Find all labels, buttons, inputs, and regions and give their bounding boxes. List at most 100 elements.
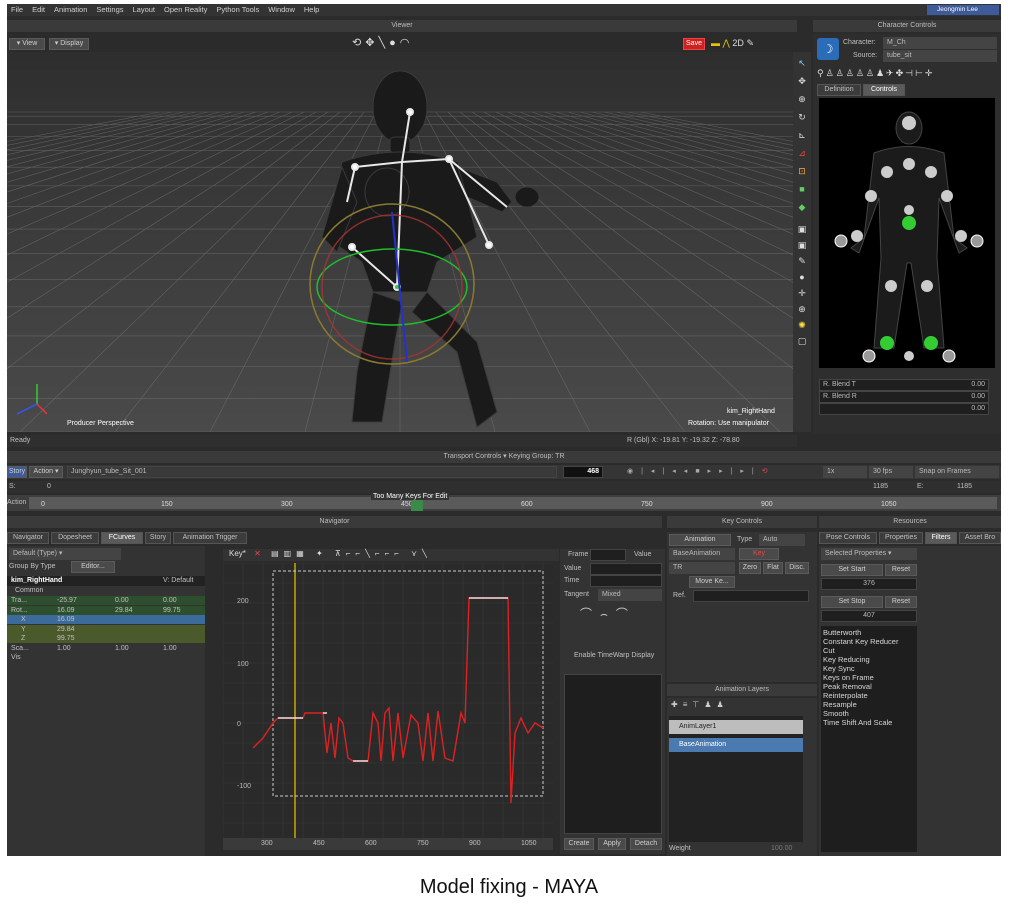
node-row[interactable]: Rot... 16.09 29.84 99.75 [7, 605, 205, 615]
blend-extra-field[interactable]: 0.00 [819, 403, 989, 415]
set-stop-button[interactable]: Set Stop [821, 596, 883, 608]
e-value[interactable]: 1185 [957, 483, 972, 490]
menu-layout[interactable]: Layout [133, 4, 156, 16]
camera-orbit-icon[interactable]: ✥ [797, 76, 807, 86]
prev-key-icon[interactable]: |◂ [662, 468, 683, 475]
step-back-icon[interactable]: ◂ [684, 468, 696, 475]
pose-icon-8[interactable]: ⊣⊢ [905, 68, 925, 78]
tab-pose-controls[interactable]: Pose Controls [819, 532, 877, 544]
transform-icon[interactable]: ✛ [797, 288, 807, 298]
tab-definition[interactable]: Definition [817, 84, 861, 96]
tab-navigator[interactable]: Navigator [7, 532, 49, 544]
record-icon[interactable]: ◉ [627, 468, 641, 475]
ball-icon[interactable]: ● [389, 37, 400, 49]
refresh-icon[interactable]: ↻ [797, 112, 807, 122]
play-icon[interactable]: ▸ [708, 468, 720, 475]
tab-controls[interactable]: Controls [863, 84, 905, 96]
arc-icon[interactable]: ◠ [400, 37, 414, 49]
start-value[interactable]: 0 [47, 483, 51, 490]
tab-fcurves[interactable]: FCurves [101, 532, 143, 544]
reset-start-button[interactable]: Reset [885, 564, 917, 576]
apply-button[interactable]: Apply [598, 838, 626, 850]
layer-row[interactable]: BaseAnimation [669, 738, 803, 752]
tab-dopesheet[interactable]: Dopesheet [51, 532, 99, 544]
stop-icon[interactable]: ■ [695, 468, 707, 475]
pose-icon-1[interactable]: ⚲ [817, 68, 826, 78]
node-row[interactable]: Vis [7, 653, 205, 662]
viewport[interactable]: Producer Perspective kim_RightHand Rotat… [7, 52, 793, 432]
menu-open-reality[interactable]: Open Reality [164, 4, 207, 16]
pivot-icon[interactable]: ⊡ [797, 166, 807, 176]
character-select[interactable]: M_Ch [883, 37, 997, 49]
add-layer-icon[interactable]: ✚ [671, 700, 683, 709]
move-key-button[interactable]: Move Ke... [689, 576, 735, 588]
start-value-field[interactable]: 376 [821, 578, 917, 590]
timewarp-label[interactable]: Enable TimeWarp Display [574, 652, 654, 659]
green-box-icon[interactable]: ■ [797, 184, 807, 194]
2d-icon[interactable]: 2D [732, 38, 744, 48]
story-button[interactable]: Story [7, 466, 27, 478]
menu-animation[interactable]: Animation [54, 4, 87, 16]
filter-item[interactable]: Peak Removal [823, 682, 915, 691]
action-button[interactable]: Action ▾ [29, 466, 63, 478]
reset-stop-button[interactable]: Reset [885, 596, 917, 608]
tab-asset-bro[interactable]: Asset Bro [959, 532, 1001, 544]
current-frame-display[interactable]: 468 [563, 466, 603, 478]
character-figure-view[interactable] [819, 98, 995, 368]
delete-key-icon[interactable]: ✕ [254, 549, 261, 558]
view-button[interactable]: ▾ View [9, 38, 45, 50]
flat-button[interactable]: Flat [763, 562, 783, 574]
time-field[interactable] [590, 575, 662, 587]
common-group[interactable]: Common [15, 587, 43, 594]
frame-icon[interactable]: ▢ [797, 336, 807, 346]
tab-story[interactable]: Story [145, 532, 171, 544]
node-row[interactable]: Sca... 1.00 1.00 1.00 [7, 643, 205, 653]
pose-icon-6[interactable]: ✈ [886, 68, 896, 78]
light-icon[interactable]: ✺ [797, 320, 807, 330]
select-icon[interactable]: ↖ [797, 58, 807, 68]
disc-button[interactable]: Disc. [785, 562, 809, 574]
take-select[interactable]: Junghyun_tube_Sit_001 [67, 466, 557, 478]
constraint-icon[interactable]: ⊕ [797, 304, 807, 314]
pose-icon-4[interactable]: ♙♙ [856, 68, 876, 78]
filter-item[interactable]: Constant Key Reducer [823, 637, 915, 646]
menu-file[interactable]: File [11, 4, 23, 16]
filter-item[interactable]: Resample [823, 700, 915, 709]
tr-select[interactable]: TR [669, 562, 735, 574]
tangent-select[interactable]: Mixed [598, 589, 662, 601]
fcurve-graph[interactable]: 200 100 0 -100 [222, 562, 553, 838]
timewarp-list[interactable] [564, 674, 662, 834]
filter-item[interactable]: Keys on Frame [823, 673, 915, 682]
sphere-icon[interactable]: ● [797, 272, 807, 282]
cube-icon[interactable]: ▣ [797, 224, 807, 234]
source-select[interactable]: tube_sit [883, 50, 997, 62]
zoom-icon[interactable]: ⊕ [797, 94, 807, 104]
node-row[interactable]: Z 99.75 [7, 634, 205, 643]
frame-field[interactable] [590, 549, 626, 561]
menu-window[interactable]: Window [268, 4, 295, 16]
next-key-icon[interactable]: ▸| [719, 468, 740, 475]
blend-t-field[interactable]: R. Blend T 0.00 [819, 379, 989, 391]
animation-button[interactable]: Animation [669, 534, 731, 546]
create-button[interactable]: Create [564, 838, 594, 850]
menu-settings[interactable]: Settings [96, 4, 123, 16]
editor-button[interactable]: Editor... [71, 561, 115, 573]
node-row[interactable]: Y 29.84 [7, 624, 205, 634]
filter-item[interactable]: Butterworth [823, 628, 915, 637]
selected-props-select[interactable]: Selected Properties ▾ [821, 548, 917, 560]
filter-item[interactable]: Key Sync [823, 664, 915, 673]
filter-item[interactable]: Cut [823, 646, 915, 655]
pose-icon-2[interactable]: ♙ [826, 68, 836, 78]
ik-icon[interactable]: ⊾ [797, 130, 807, 140]
display-button[interactable]: ▾ Display [49, 38, 89, 50]
value-field[interactable] [590, 563, 662, 575]
key-button[interactable]: Key [739, 548, 779, 560]
node-row[interactable]: X 16.09 [7, 615, 205, 624]
fps-select[interactable]: 30 fps [869, 466, 913, 478]
weight-value[interactable]: 100.00 [771, 845, 792, 852]
curve-tool-icons[interactable]: ▤▥▦ ✦ ⊼⌐⌐╲⌐⌐⌐ ⋎╲ [271, 549, 432, 558]
layer-tool-icons[interactable]: ≡⊤♟♟ [683, 700, 729, 709]
blend-r-field[interactable]: R. Blend R 0.00 [819, 391, 989, 403]
go-end-icon[interactable]: ▸| [740, 468, 761, 475]
pose-icon-7[interactable]: ✤ [896, 68, 906, 78]
